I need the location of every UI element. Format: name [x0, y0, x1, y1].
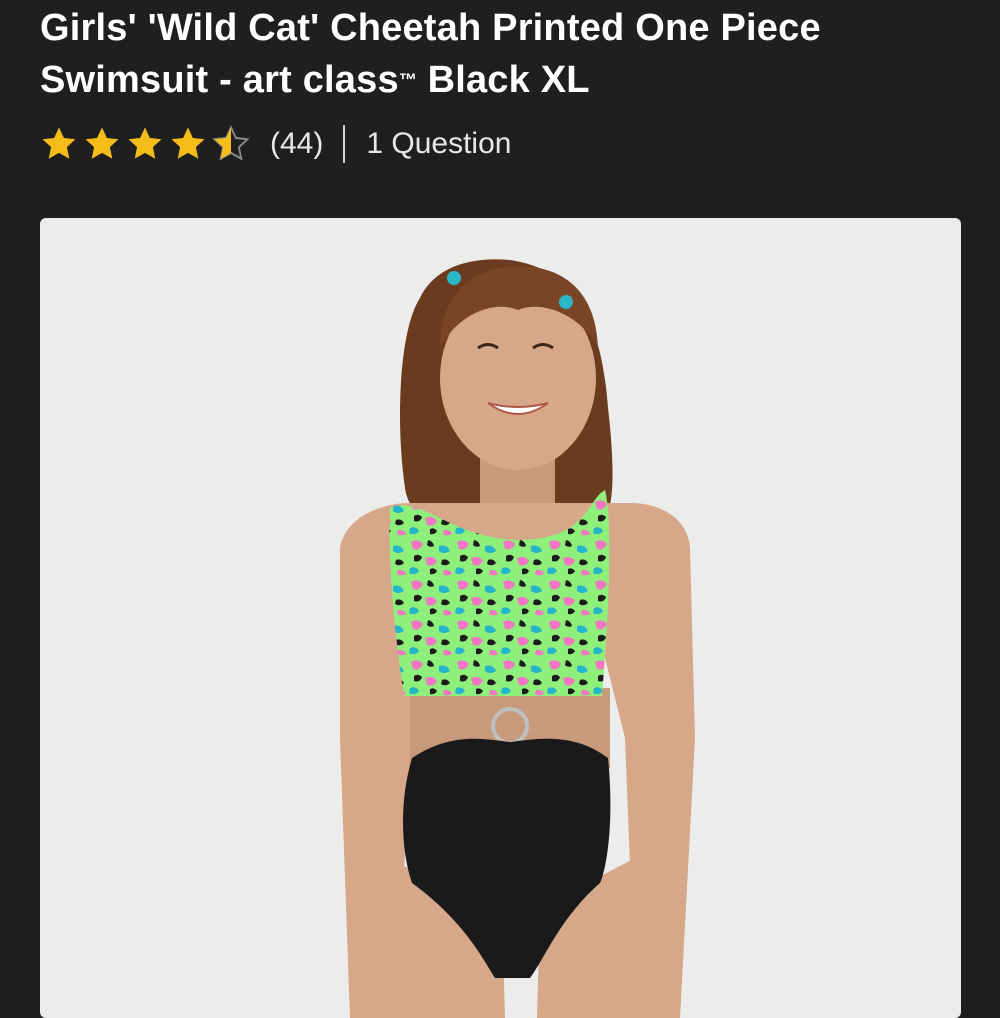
product-title: Girls' 'Wild Cat' Cheetah Printed One Pi… — [40, 2, 970, 106]
half-star-icon — [212, 125, 250, 161]
star-rating[interactable] — [40, 125, 250, 163]
rating-row: (44) 1 Question — [40, 120, 511, 168]
review-count-link[interactable]: (44) — [270, 127, 323, 161]
star-icon — [171, 127, 205, 159]
star-icon — [85, 127, 119, 159]
star-icon — [128, 127, 162, 159]
product-image[interactable] — [40, 218, 961, 1018]
questions-link[interactable]: 1 Question — [366, 127, 511, 161]
divider — [343, 125, 346, 163]
trademark-symbol: ™ — [398, 70, 417, 90]
product-photo-illustration — [340, 259, 695, 1018]
product-title-variant: Black XL — [416, 59, 590, 101]
star-icon — [42, 127, 76, 159]
